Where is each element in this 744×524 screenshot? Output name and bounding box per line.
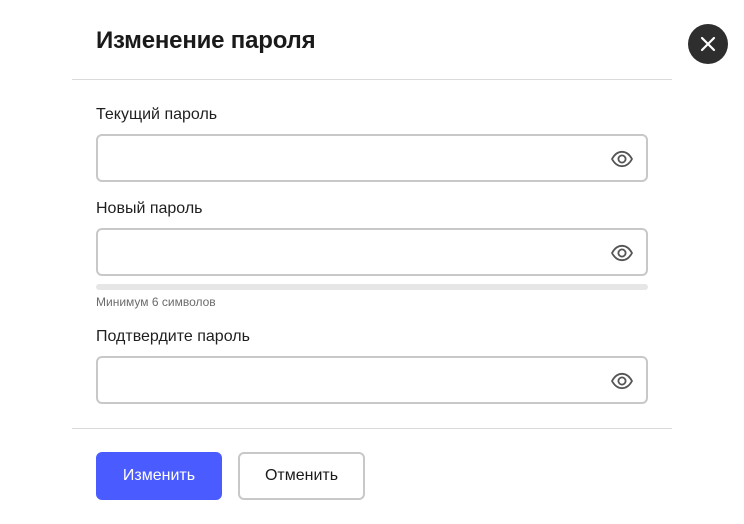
current-password-label: Текущий пароль — [96, 106, 218, 123]
close-button[interactable] — [688, 24, 728, 64]
cancel-button[interactable]: Отменить — [238, 452, 365, 500]
submit-button[interactable]: Изменить — [96, 452, 222, 500]
dialog-title: Изменение пароля — [96, 27, 316, 54]
new-password-label: Новый пароль — [96, 200, 203, 217]
eye-icon[interactable] — [610, 147, 634, 171]
confirm-password-label: Подтвердите пароль — [96, 328, 250, 345]
confirm-password-field — [96, 356, 648, 404]
password-strength-bar — [96, 284, 648, 290]
change-password-dialog: Изменение пароля Текущий пароль Новый па… — [0, 0, 744, 524]
new-password-hint: Минимум 6 символов — [96, 295, 216, 309]
current-password-field — [96, 134, 648, 182]
confirm-password-input[interactable] — [98, 358, 598, 402]
current-password-input[interactable] — [98, 136, 598, 180]
new-password-input[interactable] — [98, 230, 598, 274]
eye-icon[interactable] — [610, 369, 634, 393]
close-icon — [700, 36, 716, 52]
footer-divider — [72, 428, 672, 429]
eye-icon[interactable] — [610, 241, 634, 265]
new-password-field — [96, 228, 648, 276]
header-divider — [72, 79, 672, 80]
